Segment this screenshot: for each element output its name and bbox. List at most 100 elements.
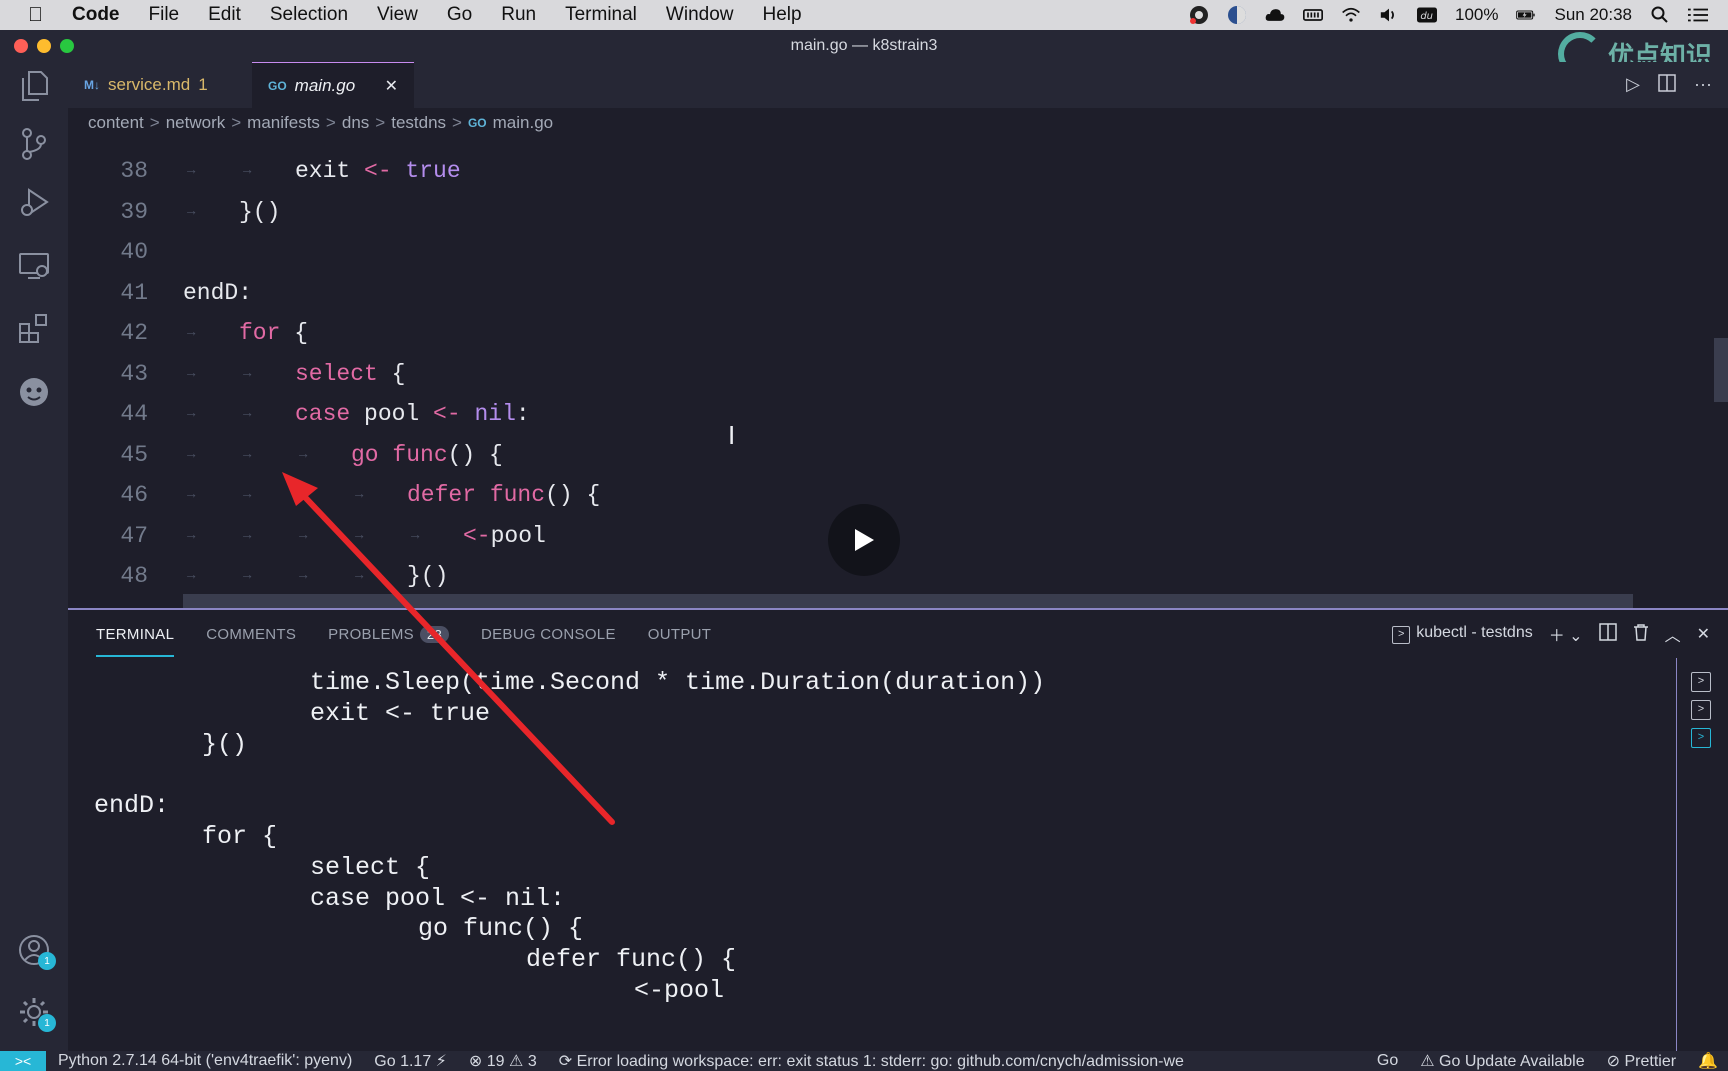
spotlight-search-icon[interactable]	[1650, 5, 1670, 25]
indent-guide-icon: →	[243, 406, 252, 422]
menu-run[interactable]: Run	[501, 4, 536, 26]
notification-center-icon[interactable]	[1688, 5, 1708, 25]
zoom-window-button[interactable]	[60, 39, 74, 53]
go-version[interactable]: Go 1.17 ⚡	[374, 1051, 447, 1071]
problems-summary[interactable]: ⊗ 19 ⚠ 3	[469, 1051, 537, 1071]
apple-icon[interactable]: 	[28, 4, 50, 27]
terminal-instance-icon[interactable]: >	[1691, 672, 1711, 692]
python-interpreter[interactable]: Python 2.7.14 64-bit ('env4traefik': pye…	[58, 1052, 352, 1070]
menu-view[interactable]: View	[377, 4, 418, 26]
tab-debug-console[interactable]: DEBUG CONSOLE	[481, 626, 616, 643]
tab-comments[interactable]: COMMENTS	[206, 626, 296, 643]
split-editor-icon[interactable]	[1658, 74, 1676, 97]
terminal-instance-icon[interactable]: >	[1691, 728, 1711, 748]
breadcrumb-item[interactable]: content	[88, 113, 144, 133]
breadcrumb-item[interactable]: dns	[342, 113, 369, 133]
editor-horizontal-scrollbar[interactable]	[183, 594, 1633, 608]
chevron-up-icon[interactable]: ︿	[1665, 622, 1681, 646]
terminal-instance-list: > > >	[1676, 658, 1716, 1053]
recorder-icon[interactable]	[1189, 5, 1209, 25]
accounts-icon[interactable]: 1	[18, 934, 56, 970]
breadcrumb-item[interactable]: manifests	[247, 113, 320, 133]
terminal-line: defer func() {	[526, 945, 737, 975]
trash-icon[interactable]	[1633, 623, 1649, 646]
indent-guide-icon: →	[355, 568, 364, 584]
remote-explorer-icon[interactable]	[18, 250, 50, 282]
notifications-bell-icon[interactable]: 🔔	[1698, 1051, 1718, 1071]
menu-file[interactable]: File	[149, 4, 180, 26]
close-window-button[interactable]	[14, 39, 28, 53]
go-update[interactable]: ⚠ Go Update Available	[1420, 1051, 1584, 1071]
warning-count: 3	[527, 1053, 537, 1070]
tab-terminal[interactable]: TERMINAL	[96, 612, 175, 657]
menu-terminal[interactable]: Terminal	[565, 4, 637, 26]
minimize-window-button[interactable]	[37, 39, 51, 53]
menu-edit[interactable]: Edit	[208, 4, 241, 26]
new-terminal-icon[interactable]: ＋ ⌄	[1549, 622, 1583, 646]
run-and-debug-icon[interactable]	[18, 186, 50, 218]
breadcrumb-item[interactable]: network	[166, 113, 226, 133]
menu-selection[interactable]: Selection	[270, 4, 348, 26]
terminal-instance-icon[interactable]: >	[1691, 700, 1711, 720]
du-app-icon[interactable]: du	[1417, 5, 1437, 25]
menu-go[interactable]: Go	[447, 4, 472, 26]
chevron-right-icon: >	[375, 113, 386, 132]
bottom-panel: TERMINAL COMMENTS PROBLEMS 23 DEBUG CONSO…	[68, 608, 1728, 1053]
battery-charging-icon[interactable]	[1516, 5, 1536, 25]
memory-meter-icon[interactable]	[1303, 5, 1323, 25]
run-icon[interactable]: ▷	[1626, 74, 1640, 97]
source-control-icon[interactable]	[18, 128, 50, 160]
language-mode[interactable]: Go	[1377, 1052, 1398, 1070]
remote-indicator-icon[interactable]: ><	[0, 1051, 46, 1071]
status-bar: >< Python 2.7.14 64-bit ('env4traefik': …	[0, 1051, 1728, 1071]
wifi-icon[interactable]	[1341, 5, 1361, 25]
more-actions-icon[interactable]: ···	[1694, 74, 1712, 97]
chevron-right-icon: >	[231, 113, 242, 132]
github-octocat-icon[interactable]	[18, 376, 50, 408]
prettier-label: Prettier	[1624, 1053, 1677, 1070]
chevron-right-icon: >	[149, 113, 160, 132]
indent-guide-icon: →	[299, 527, 308, 544]
indent-guide-icon: →	[187, 446, 196, 463]
line-number: 46	[120, 482, 148, 508]
tab-problems[interactable]: PROBLEMS 23	[328, 625, 449, 643]
indent-guide-icon: →	[243, 365, 252, 382]
macos-menubar:  Code File Edit Selection View Go Run T…	[0, 0, 1728, 30]
cloud-app-icon[interactable]	[1265, 5, 1285, 25]
menu-code[interactable]: Code	[72, 4, 120, 26]
menu-help[interactable]: Help	[763, 4, 802, 26]
terminal-output[interactable]: time.Sleep(time.Second * time.Duration(d…	[94, 668, 1654, 1048]
menubar-clock[interactable]: Sun 20:38	[1554, 5, 1632, 25]
breadcrumb-item[interactable]: testdns	[391, 113, 446, 133]
code-text: go func() {	[351, 441, 503, 468]
editor-actions: ▷ ···	[1626, 74, 1712, 97]
terminal-name: kubectl - testdns	[1416, 624, 1533, 641]
video-play-button[interactable]	[828, 504, 900, 576]
breadcrumb-item[interactable]: main.go	[493, 113, 553, 133]
chevron-right-icon: >	[452, 113, 462, 132]
window-controls	[14, 39, 74, 53]
explorer-icon[interactable]	[18, 70, 50, 102]
indent-guide-icon: →	[299, 568, 308, 584]
close-panel-icon[interactable]: ✕	[1697, 624, 1710, 644]
split-terminal-icon[interactable]	[1598, 622, 1617, 646]
text-cursor-icon: I	[728, 420, 736, 450]
vpn-globe-icon[interactable]	[1227, 5, 1247, 25]
terminal-selector[interactable]: > kubectl - testdns	[1392, 624, 1533, 644]
workspace-message[interactable]: ⟳ Error loading workspace: err: exit sta…	[559, 1051, 1184, 1071]
prettier-status[interactable]: ⊘ Prettier	[1607, 1051, 1676, 1071]
activity-bar: 1 1	[0, 62, 68, 1051]
code-text: case pool <- nil:	[295, 401, 530, 427]
tab-output[interactable]: OUTPUT	[648, 626, 711, 643]
warning-icon: ⚠	[1420, 1053, 1435, 1070]
editor-vertical-scrollbar[interactable]	[1714, 338, 1728, 402]
menu-window[interactable]: Window	[666, 4, 734, 26]
tab-main-go[interactable]: GO main.go ✕	[252, 62, 414, 108]
indent-guide-icon: →	[187, 325, 196, 341]
volume-icon[interactable]	[1379, 5, 1399, 25]
tab-service-md[interactable]: M↓ service.md 1	[68, 62, 252, 108]
indent-guide-icon: →	[355, 527, 364, 544]
manage-gear-icon[interactable]: 1	[18, 996, 56, 1032]
close-icon[interactable]: ✕	[385, 76, 398, 96]
extensions-icon[interactable]	[18, 312, 50, 344]
